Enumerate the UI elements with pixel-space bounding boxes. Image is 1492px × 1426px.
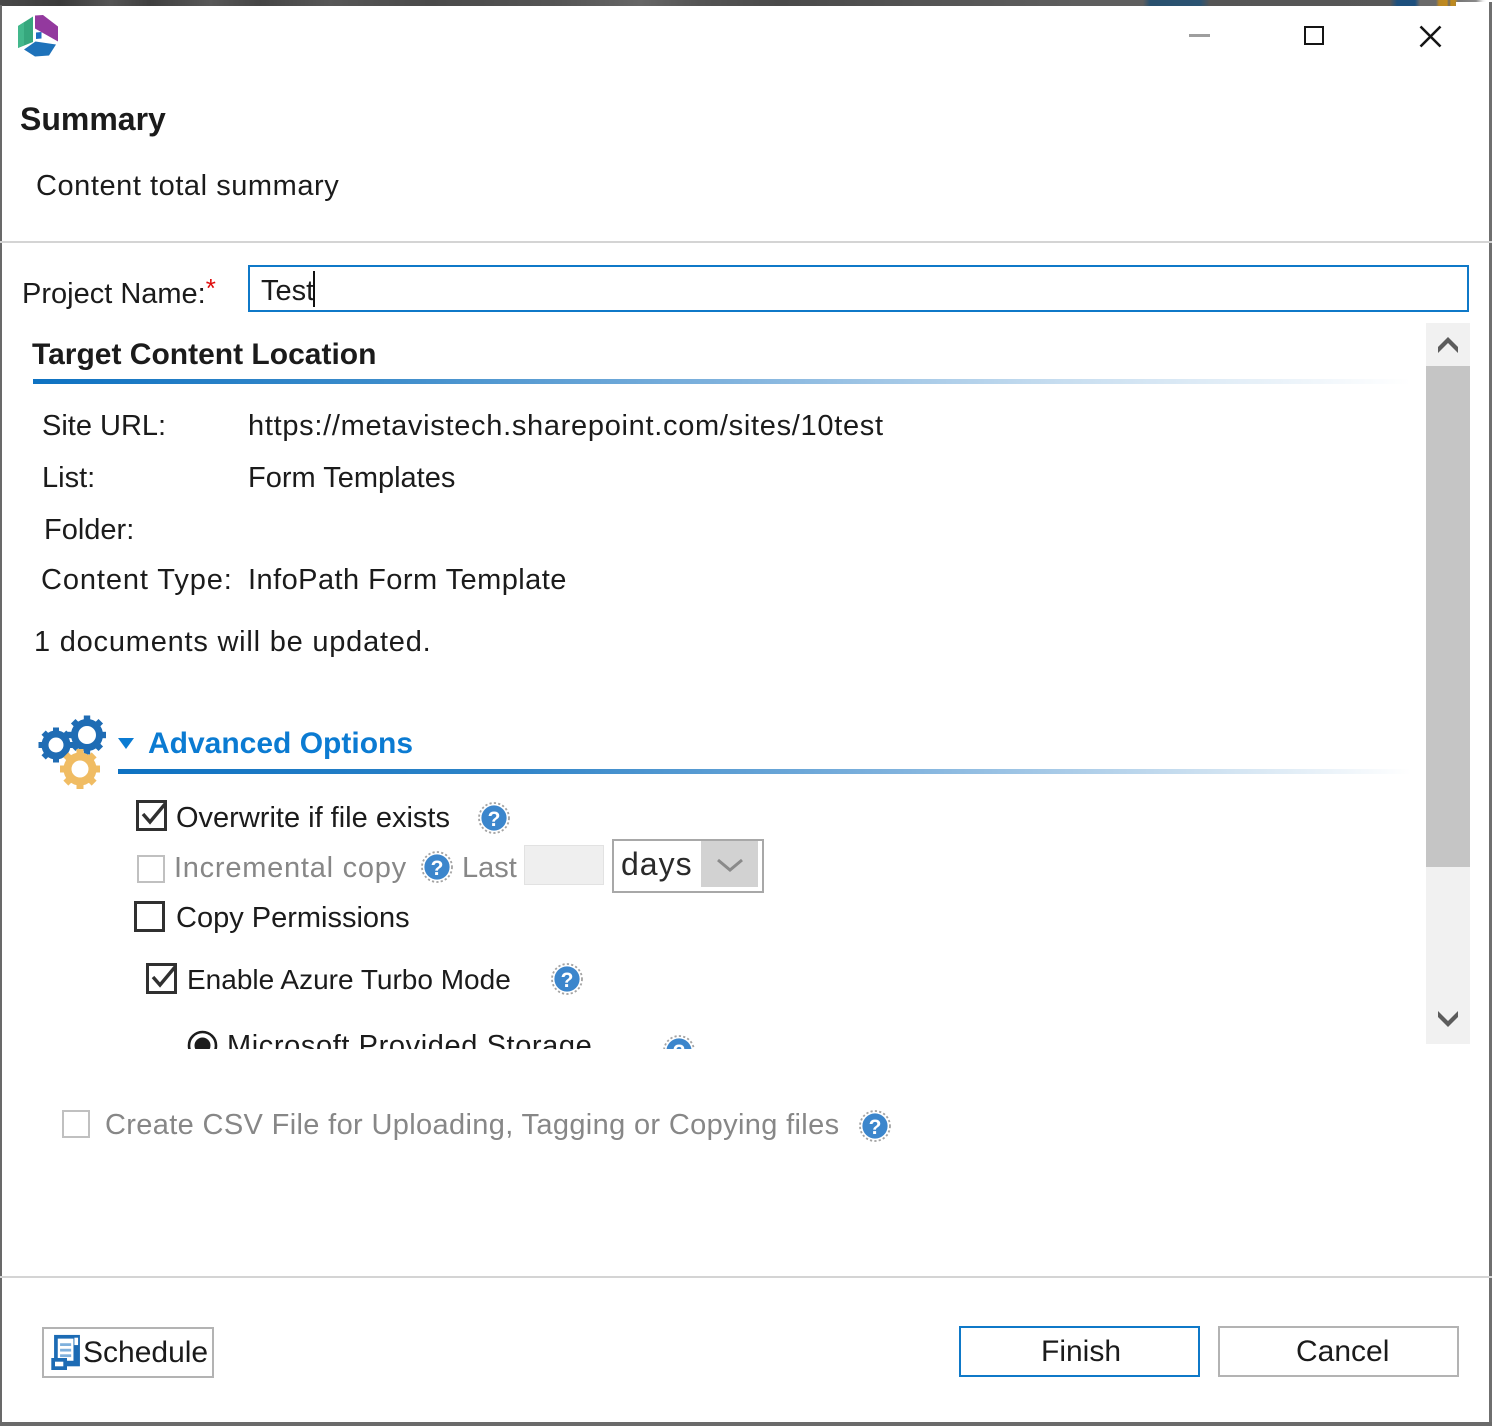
svg-text:?: ? xyxy=(561,969,574,992)
svg-text:?: ? xyxy=(488,808,501,831)
svg-text:?: ? xyxy=(869,1116,882,1139)
svg-text:?: ? xyxy=(431,857,444,880)
svg-text:?: ? xyxy=(673,1041,686,1049)
